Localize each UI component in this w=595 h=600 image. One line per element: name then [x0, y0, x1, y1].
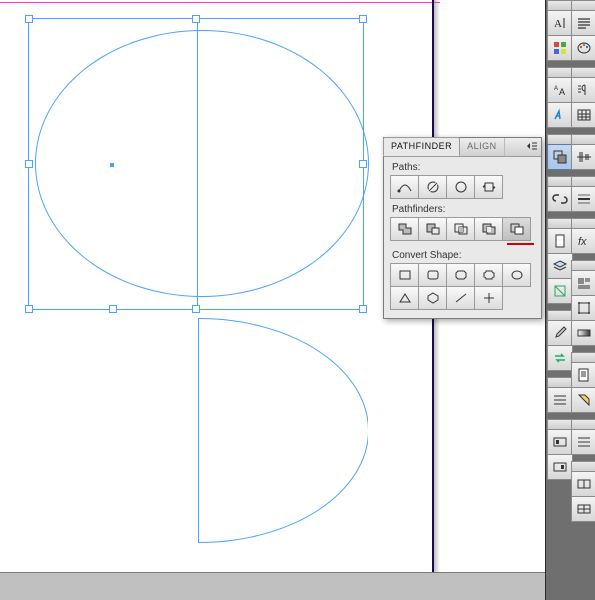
table-styles-icon[interactable]	[571, 496, 595, 522]
swatches-panel-icon[interactable]	[547, 35, 573, 61]
list-panel-icon[interactable]	[547, 387, 573, 413]
half-ellipse-baseline	[198, 318, 199, 543]
selection-handle-sw[interactable]	[25, 305, 33, 313]
transform-panel-icon[interactable]	[571, 295, 595, 321]
object-styles-b-icon[interactable]	[547, 454, 573, 480]
pathfinders-row	[384, 217, 541, 241]
text-wrap-icon[interactable]	[571, 270, 595, 296]
beveled-rect-icon[interactable]	[446, 263, 475, 287]
dock-column-right: fx	[571, 0, 595, 522]
selection-handle-nw[interactable]	[25, 15, 33, 23]
line-shape-icon[interactable]	[446, 286, 475, 310]
table-panel-icon[interactable]	[571, 102, 595, 128]
swap-icon[interactable]	[547, 345, 573, 371]
glyphs-panel-icon[interactable]	[547, 102, 573, 128]
color-panel-icon[interactable]	[571, 35, 595, 61]
pages-panel-icon[interactable]	[547, 228, 573, 254]
selection-handle-ne[interactable]	[359, 15, 367, 23]
horizontal-scrollbar[interactable]	[0, 572, 545, 600]
scripts-panel-icon[interactable]	[571, 362, 595, 388]
intersect-shapes-icon[interactable]	[446, 217, 475, 241]
tab-align[interactable]: ALIGN	[460, 138, 505, 156]
layers-panel-icon[interactable]	[547, 253, 573, 279]
eyedropper-icon[interactable]	[547, 320, 573, 346]
join-path-icon[interactable]	[390, 175, 419, 199]
open-path-icon[interactable]	[418, 175, 447, 199]
inverse-rounded-icon[interactable]	[474, 263, 503, 287]
selection-handle-w[interactable]	[25, 160, 33, 168]
convert-shape-label: Convert Shape:	[384, 245, 541, 263]
svg-text:A: A	[554, 86, 558, 92]
navigator-panel-icon[interactable]	[571, 429, 595, 455]
effects-panel-icon[interactable]: fx	[571, 228, 595, 254]
selection-bounding-box[interactable]	[28, 18, 364, 310]
dock-column-left: A AA	[547, 0, 573, 480]
pathfinders-label: Pathfinders:	[384, 199, 541, 217]
subtract-shapes-icon[interactable]	[418, 217, 447, 241]
svg-text:A: A	[559, 87, 565, 97]
tags-panel-icon[interactable]	[571, 387, 595, 413]
pathfinder-panel-icon[interactable]	[547, 144, 573, 170]
tab-pathfinder[interactable]: PATHFINDER	[383, 137, 460, 156]
minus-back-icon[interactable]	[502, 217, 531, 241]
convert-row-1	[384, 263, 541, 287]
rounded-rect-icon[interactable]	[418, 263, 447, 287]
panel-tabs: PATHFINDER ALIGN	[384, 138, 541, 157]
triangle-shape-icon[interactable]	[390, 286, 419, 310]
info-panel-icon[interactable]	[547, 278, 573, 304]
app-stage: A AA	[0, 0, 595, 600]
selection-handle-extra-s[interactable]	[109, 305, 117, 313]
cell-styles-icon[interactable]	[571, 471, 595, 497]
svg-text:fx: fx	[578, 236, 587, 248]
ruler-guide-horizontal[interactable]	[0, 2, 440, 3]
pathfinder-panel[interactable]: PATHFINDER ALIGN Paths: Pathfinders: Con…	[383, 137, 542, 319]
panel-menu-icon[interactable]	[526, 141, 538, 151]
half-ellipse-path[interactable]	[198, 318, 368, 543]
exclude-shapes-icon[interactable]	[474, 217, 503, 241]
stroke-panel-icon[interactable]	[571, 186, 595, 212]
links-panel-icon[interactable]	[547, 186, 573, 212]
convert-row-2	[384, 286, 541, 310]
selection-handle-n[interactable]	[192, 15, 200, 23]
character-panel-icon[interactable]: A	[547, 10, 573, 36]
paths-label: Paths:	[384, 157, 541, 175]
gradient-panel-icon[interactable]	[571, 320, 595, 346]
reverse-path-icon[interactable]	[474, 175, 503, 199]
selection-center-point[interactable]	[110, 163, 114, 167]
paths-row	[384, 175, 541, 199]
rect-shape-icon[interactable]	[390, 263, 419, 287]
right-panel-edge	[545, 0, 546, 600]
align-panel-icon[interactable]	[571, 144, 595, 170]
selection-handle-s[interactable]	[192, 305, 200, 313]
paragraph-panel-icon[interactable]	[571, 10, 595, 36]
selection-handle-e[interactable]	[359, 160, 367, 168]
paragraph-styles-icon[interactable]	[571, 77, 595, 103]
svg-text:A: A	[554, 18, 562, 30]
selection-center-vline	[197, 19, 198, 309]
ellipse-shape-icon[interactable]	[502, 263, 531, 287]
orthogonal-line-icon[interactable]	[474, 286, 503, 310]
object-styles-a-icon[interactable]	[547, 429, 573, 455]
close-path-icon[interactable]	[446, 175, 475, 199]
selection-handle-se[interactable]	[359, 305, 367, 313]
add-shapes-icon[interactable]	[390, 217, 419, 241]
polygon-shape-icon[interactable]	[418, 286, 447, 310]
character-styles-icon[interactable]: AA	[547, 77, 573, 103]
